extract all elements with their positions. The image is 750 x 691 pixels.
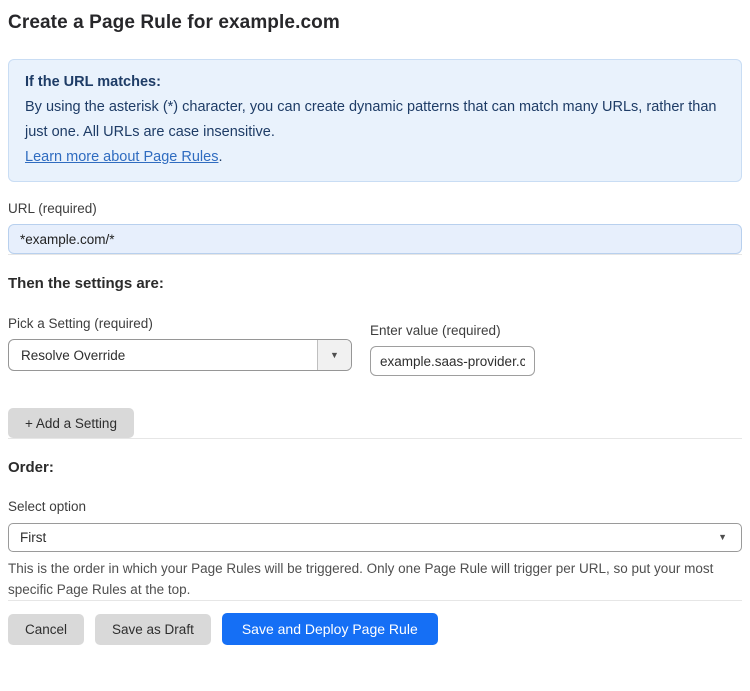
page-rule-form: Create a Page Rule for example.com If th…	[0, 0, 750, 657]
setting-dropdown-value: Resolve Override	[21, 347, 126, 363]
setting-picker-label: Pick a Setting (required)	[8, 316, 153, 331]
page-title: Create a Page Rule for example.com	[8, 12, 340, 33]
save-draft-button[interactable]: Save as Draft	[95, 613, 211, 645]
order-select-value: First	[20, 530, 47, 545]
order-help-text: This is the order in which your Page Rul…	[8, 561, 714, 597]
link-suffix: .	[218, 149, 223, 165]
footer-actions: Cancel Save as Draft Save and Deploy Pag…	[8, 613, 742, 657]
order-section-heading: Order:	[8, 459, 54, 476]
info-box-link-line: Learn more about Page Rules.	[25, 145, 725, 170]
divider	[8, 438, 742, 439]
setting-value-label: Enter value (required)	[370, 323, 501, 338]
setting-dropdown-caret-button[interactable]: ▼	[317, 340, 351, 370]
setting-value-input[interactable]	[370, 346, 535, 376]
chevron-down-icon: ▼	[330, 349, 339, 360]
settings-section-heading: Then the settings are:	[8, 275, 164, 292]
order-select[interactable]: First ▼	[8, 523, 742, 552]
order-select-label: Select option	[8, 499, 87, 514]
learn-more-link[interactable]: Learn more about Page Rules	[25, 149, 218, 165]
divider	[8, 254, 742, 255]
info-box-heading: If the URL matches:	[25, 74, 161, 90]
settings-row: Pick a Setting (required) Resolve Overri…	[8, 292, 742, 376]
url-match-info-box: If the URL matches: By using the asteris…	[8, 59, 742, 182]
url-field-label: URL (required)	[8, 201, 97, 216]
setting-dropdown[interactable]: Resolve Override ▼	[8, 339, 352, 371]
url-input[interactable]	[8, 224, 742, 254]
divider	[8, 600, 742, 601]
setting-picker-column: Pick a Setting (required) Resolve Overri…	[8, 292, 352, 371]
cancel-button[interactable]: Cancel	[8, 613, 85, 645]
chevron-down-icon: ▼	[718, 532, 727, 542]
setting-value-column: Enter value (required)	[370, 292, 535, 376]
add-setting-button[interactable]: + Add a Setting	[8, 408, 134, 438]
info-box-body: By using the asterisk (*) character, you…	[25, 99, 717, 140]
save-deploy-button[interactable]: Save and Deploy Page Rule	[221, 613, 438, 645]
